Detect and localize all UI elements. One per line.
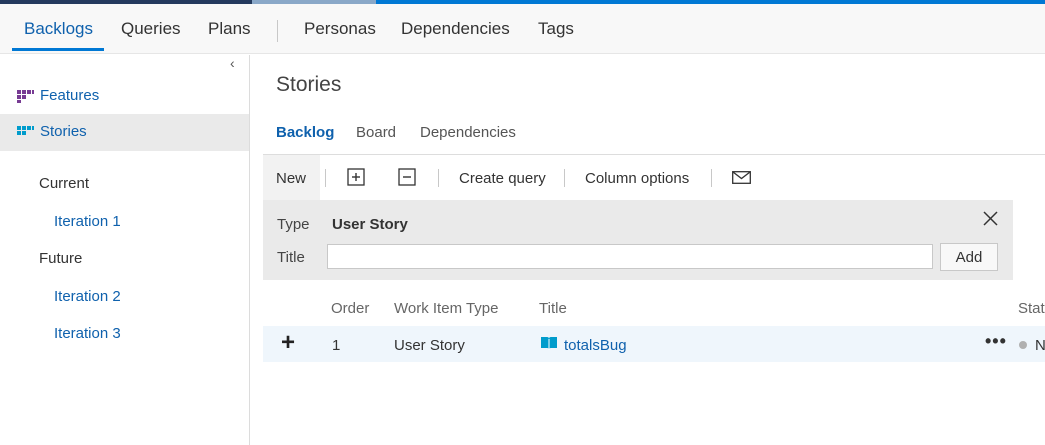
backlog-toolbar: New Create query Column options [263, 154, 1045, 200]
column-header-order[interactable]: Order [331, 300, 369, 317]
more-actions-icon[interactable]: ••• [985, 331, 1007, 352]
work-item-type-value: User Story [332, 216, 408, 233]
column-header-work-item-type[interactable]: Work Item Type [394, 300, 498, 317]
table-row[interactable]: + 1 User Story totalsBug ••• N [263, 326, 1045, 362]
close-icon[interactable] [982, 210, 999, 227]
title-input[interactable] [327, 244, 933, 269]
tab-tags[interactable]: Tags [538, 19, 574, 39]
column-header-title[interactable]: Title [539, 300, 567, 317]
state-cell: N [1035, 337, 1045, 354]
collapse-all-icon[interactable] [398, 168, 416, 186]
new-item-label: New [276, 170, 307, 187]
toolbar-divider [438, 169, 439, 187]
work-item-title-link[interactable]: totalsBug [564, 337, 627, 354]
tab-queries[interactable]: Queries [121, 19, 181, 39]
add-button[interactable]: Add [940, 243, 998, 271]
mail-icon[interactable] [732, 171, 751, 184]
tab-dependencies[interactable]: Dependencies [401, 19, 510, 39]
toolbar-divider [564, 169, 565, 187]
sidebar-item-iteration-2[interactable]: Iteration 2 [54, 288, 121, 305]
work-item-type-cell: User Story [394, 337, 465, 354]
active-tab-underline [12, 48, 104, 51]
state-indicator-icon [1019, 341, 1027, 349]
sidebar-item-label: Stories [40, 123, 87, 140]
current-iterations-heading: Current [39, 175, 90, 192]
sidebar-item-features[interactable]: Features [0, 78, 249, 115]
tab-plans[interactable]: Plans [208, 19, 251, 39]
backlog-sidebar: ‹ Features Stories Current Iteration 1 F… [0, 55, 250, 445]
stories-backlog-icon [17, 126, 34, 135]
page-title: Stories [276, 73, 342, 96]
sidebar-item-iteration-3[interactable]: Iteration 3 [54, 325, 121, 342]
sidebar-item-iteration-1[interactable]: Iteration 1 [54, 213, 121, 230]
add-child-icon[interactable]: + [281, 331, 295, 355]
column-header-state[interactable]: Stat [1018, 300, 1045, 317]
pivot-board[interactable]: Board [356, 124, 396, 141]
toolbar-divider [711, 169, 712, 187]
hub-divider [277, 20, 278, 42]
pivot-backlog[interactable]: Backlog [276, 124, 334, 141]
order-cell: 1 [332, 337, 341, 354]
user-story-icon [541, 337, 557, 350]
add-item-panel: Type User Story Title Add [263, 200, 1013, 280]
future-iterations-heading: Future [39, 250, 83, 267]
pivot-dependencies[interactable]: Dependencies [420, 124, 516, 141]
tab-backlogs[interactable]: Backlogs [24, 19, 93, 39]
type-label: Type [277, 216, 310, 233]
expand-all-icon[interactable] [347, 168, 365, 186]
new-item-button[interactable]: New [263, 155, 320, 200]
sidebar-item-stories[interactable]: Stories [0, 114, 249, 151]
column-options-button[interactable]: Column options [585, 170, 689, 187]
features-backlog-icon [17, 90, 34, 103]
toolbar-divider [325, 169, 326, 187]
tab-personas[interactable]: Personas [304, 19, 376, 39]
title-label: Title [277, 249, 305, 266]
sidebar-item-label: Features [40, 87, 100, 104]
hub-navigation: Backlogs Queries Plans Personas Dependen… [0, 4, 1045, 54]
create-query-button[interactable]: Create query [459, 170, 546, 187]
collapse-sidebar-icon[interactable]: ‹ [230, 55, 235, 71]
